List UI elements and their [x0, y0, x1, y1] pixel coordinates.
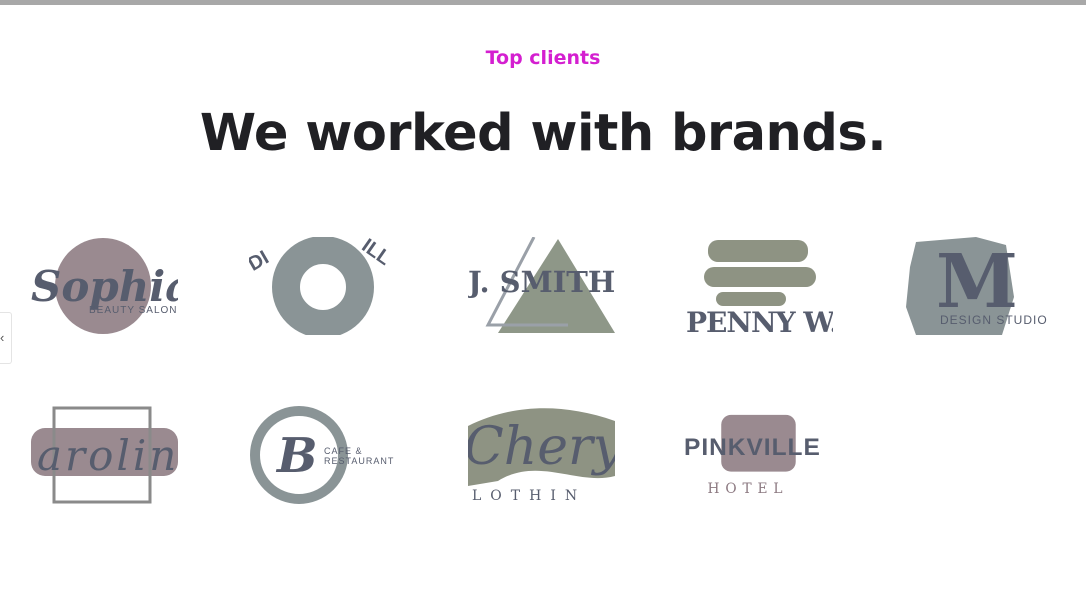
chevron-left-icon: ‹ — [0, 330, 5, 345]
logo-m-design-studio: M DESIGN STUDIO — [906, 237, 1053, 335]
logo-b-cafe-restaurant: B CAFE & RESTAURANT — [249, 406, 396, 504]
top-border — [0, 0, 1086, 5]
logo-sophia-beauty-salon: Sophia BEAUTY SALON — [31, 237, 178, 335]
section-heading: We worked with brands. — [199, 104, 887, 163]
logo-subtext: HOTEL — [708, 481, 789, 497]
logo-text: B — [275, 428, 318, 484]
logo-text: DI — [249, 247, 273, 276]
logo-j-smith: J. SMITH — [468, 237, 615, 335]
logo-subtext: LOTHIN — [472, 488, 586, 504]
logo-cheryl-clothing: Cheryl LOTHIN — [468, 406, 615, 504]
carousel-prev-button[interactable]: ‹ — [0, 312, 12, 364]
logo-text: arolin — [37, 431, 178, 480]
logo-penny-w: PENNY W. — [686, 237, 833, 335]
logo-subtext-2: RESTAURANT — [324, 456, 394, 466]
section-eyebrow: Top clients — [485, 47, 601, 69]
logo-text: Cheryl — [468, 417, 615, 477]
logo-text: J. SMITH — [468, 265, 615, 299]
logo-dianaville: DI ILL — [249, 237, 396, 335]
logo-text: Sophia — [31, 262, 178, 311]
logo-subtext: CAFE & — [324, 446, 363, 456]
logo-text: PENNY W. — [686, 306, 833, 335]
logo-pinkville-hotel: PINKVILLE HOTEL — [684, 406, 831, 504]
logo-caroline: arolin — [31, 406, 178, 504]
logo-text: PINKVILLE — [684, 434, 821, 461]
logo-subtext: BEAUTY SALON — [89, 305, 178, 316]
logo-subtext: DESIGN STUDIO — [940, 313, 1048, 327]
